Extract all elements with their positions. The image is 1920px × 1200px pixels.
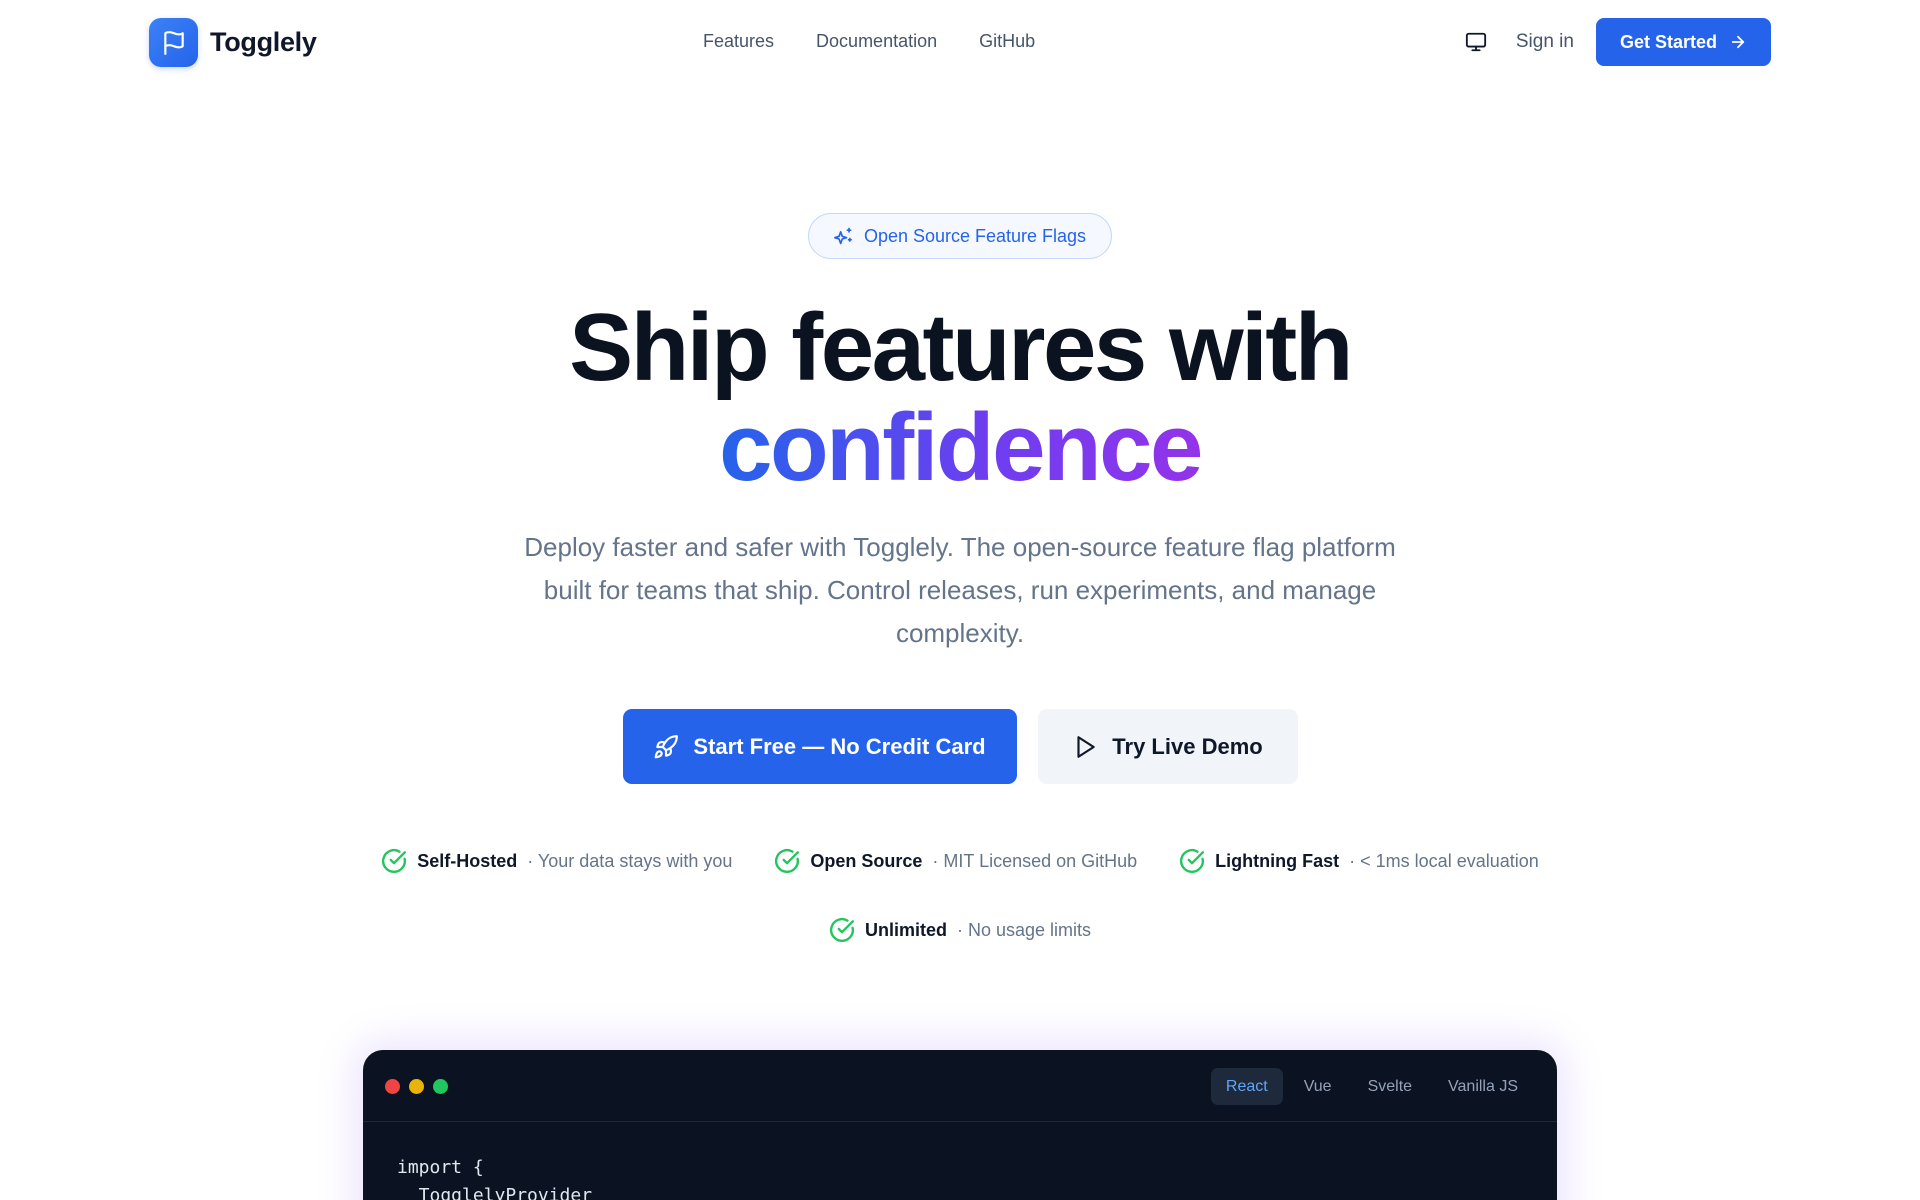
tab-vue[interactable]: Vue [1289,1068,1347,1105]
window-controls [385,1079,448,1094]
try-live-demo-button[interactable]: Try Live Demo [1037,709,1298,784]
hero-headline-gradient-text: confidence [719,394,1203,501]
get-started-label: Get Started [1619,31,1717,52]
hero-headline-accent: confidence [0,398,1920,498]
feature-title: Open Source [810,850,923,871]
feature-highlights: Self-Hosted · Your data stays with you O… [0,846,1920,945]
hero-headline: Ship features with [569,294,1353,401]
code-window: React Vue Svelte Vanilla JS import { Tog… [363,1050,1557,1200]
framework-tabs: React Vue Svelte Vanilla JS [1210,1068,1533,1105]
feature-row: Self-Hosted · Your data stays with you O… [0,846,1920,876]
window-close-dot [385,1079,400,1094]
window-maximize-dot [433,1079,448,1094]
nav-actions: Sign in Get Started [1454,18,1771,66]
try-live-demo-label: Try Live Demo [1112,733,1263,759]
feature-item-lightning-fast: Lightning Fast · < 1ms local evaluation [1179,848,1539,874]
get-started-button[interactable]: Get Started [1595,18,1771,66]
feature-row: Unlimited · No usage limits [0,915,1920,945]
feature-item-self-hosted: Self-Hosted · Your data stays with you [381,848,732,874]
feature-desc: · No usage limits [956,919,1092,940]
brand-name: Togglely [210,27,317,57]
code-line: TogglelyProvider [397,1185,593,1200]
sparkles-icon [833,227,852,245]
hero-badge: Open Source Feature Flags [808,213,1112,259]
feature-desc: · < 1ms local evaluation [1349,850,1539,871]
hero-badge-label: Open Source Feature Flags [863,225,1087,246]
top-nav: Togglely Features Documentation GitHub S… [0,0,1920,86]
tab-vanilla-js[interactable]: Vanilla JS [1433,1068,1533,1105]
hero-subtitle: Deploy faster and safer with Togglely. T… [524,532,1396,648]
hero-cta-row: Start Free — No Credit Card Try Live Dem… [0,709,1920,784]
theme-toggle-button[interactable] [1454,20,1498,64]
check-circle-icon [382,848,407,874]
arrow-right-icon [1731,35,1745,49]
sign-in-link[interactable]: Sign in [1516,31,1574,53]
nav-link-documentation[interactable]: Documentation [816,31,937,52]
feature-desc: · MIT Licensed on GitHub [932,850,1138,871]
nav-link-features[interactable]: Features [703,31,774,52]
feature-desc: · Your data stays with you [527,850,733,871]
code-window-header: React Vue Svelte Vanilla JS [363,1050,1557,1122]
brand-logo[interactable]: Togglely [149,18,317,67]
monitor-icon [1465,32,1486,52]
tab-svelte[interactable]: Svelte [1353,1068,1427,1105]
nav-link-github[interactable]: GitHub [979,31,1035,52]
flag-icon [149,18,198,67]
feature-item-open-source: Open Source · MIT Licensed on GitHub [774,848,1137,874]
check-circle-icon [1180,848,1205,874]
code-line: import { [397,1157,484,1178]
feature-title: Lightning Fast [1215,850,1340,871]
tab-react[interactable]: React [1210,1068,1283,1105]
start-free-button[interactable]: Start Free — No Credit Card [622,709,1017,784]
window-minimize-dot [409,1079,424,1094]
check-circle-icon [775,848,800,874]
code-snippet: import { TogglelyProvider [363,1122,1557,1200]
rocket-icon [655,734,679,758]
feature-title: Unlimited [864,919,947,940]
check-circle-icon [830,917,854,943]
nav-links: Features Documentation GitHub [703,31,1035,52]
feature-title: Self-Hosted [417,850,518,871]
feature-item-unlimited: Unlimited · No usage limits [829,917,1091,943]
play-icon [1077,735,1096,758]
start-free-label: Start Free — No Credit Card [693,733,986,759]
